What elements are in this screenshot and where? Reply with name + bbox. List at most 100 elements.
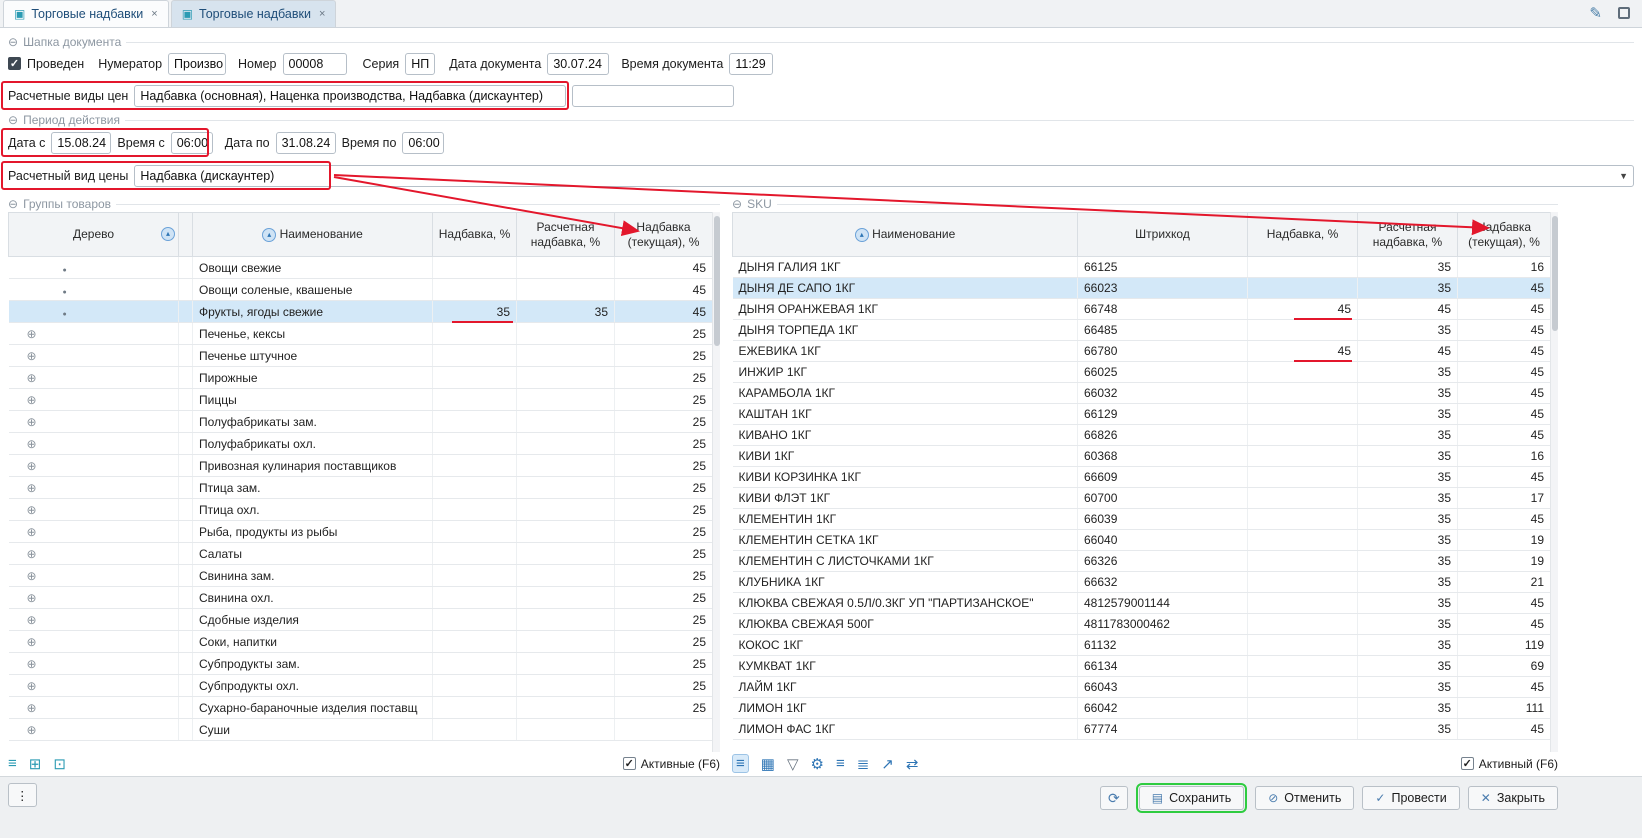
sync-icon[interactable]: ⇄	[906, 755, 919, 773]
groups-scrollbar[interactable]	[712, 212, 720, 752]
sku-row[interactable]: КУМКВАТ 1КГ661343569	[733, 656, 1551, 677]
sku-row[interactable]: КЛЕМЕНТИН 1КГ660393545	[733, 509, 1551, 530]
group-name-cell[interactable]: Птица зам.	[193, 477, 433, 499]
sku-name-cell[interactable]: КЛУБНИКА 1КГ	[733, 572, 1078, 593]
col-header-calc-markup[interactable]: Расчетная надбавка, %	[517, 213, 615, 257]
group-name-cell[interactable]: Соки, напитки	[193, 631, 433, 653]
group-row[interactable]: ⊕Пиццы25	[9, 389, 713, 411]
barcode-cell[interactable]: 66032	[1078, 383, 1248, 404]
tree-cell[interactable]: ●	[9, 301, 179, 323]
export-icon[interactable]: ↗	[881, 755, 894, 773]
post-button[interactable]: ✓ Провести	[1362, 786, 1459, 810]
series-field[interactable]: НП	[405, 53, 435, 75]
barcode-cell[interactable]: 4811783000462	[1078, 614, 1248, 635]
sku-row[interactable]: КАШТАН 1КГ661293545	[733, 404, 1551, 425]
group-name-cell[interactable]: Суши	[193, 719, 433, 741]
barcode-cell[interactable]: 66125	[1078, 257, 1248, 278]
edit-pencil-icon[interactable]: ✎	[1589, 4, 1602, 22]
copy-icon[interactable]: ⊡	[53, 755, 66, 773]
sku-row[interactable]: КИВИ КОРЗИНКА 1КГ666093545	[733, 467, 1551, 488]
tree-cell[interactable]: ⊕	[9, 477, 179, 499]
sku-name-cell[interactable]: КИВАНО 1КГ	[733, 425, 1078, 446]
value-cell[interactable]: 45	[1458, 404, 1551, 425]
cancel-button[interactable]: ⊘ Отменить	[1255, 786, 1354, 810]
group-name-cell[interactable]: Птица охл.	[193, 499, 433, 521]
value-cell[interactable]	[517, 565, 615, 587]
value-cell[interactable]: 35	[1358, 656, 1458, 677]
value-cell[interactable]	[517, 345, 615, 367]
sort-asc-icon[interactable]: ▴	[855, 228, 869, 242]
value-cell[interactable]: 45	[1458, 593, 1551, 614]
funnel-icon[interactable]: ▽	[787, 755, 799, 773]
barcode-cell[interactable]: 66485	[1078, 320, 1248, 341]
tree-cell[interactable]: ⊕	[9, 499, 179, 521]
value-cell[interactable]: 25	[615, 653, 713, 675]
tree-expand-icon[interactable]: ⊕	[27, 613, 37, 627]
value-cell[interactable]	[1248, 320, 1358, 341]
value-cell[interactable]: 35	[1358, 698, 1458, 719]
sku-row[interactable]: ДЫНЯ ТОРПЕДА 1КГ664853545	[733, 320, 1551, 341]
tree-expand-icon[interactable]: ⊕	[27, 723, 37, 737]
group-row[interactable]: ●Овощи соленые, квашеные45	[9, 279, 713, 301]
value-cell[interactable]	[517, 587, 615, 609]
value-cell[interactable]: 45	[1358, 299, 1458, 320]
group-row[interactable]: ⊕Субпродукты зам.25	[9, 653, 713, 675]
tree-cell[interactable]: ⊕	[9, 367, 179, 389]
value-cell[interactable]	[433, 345, 517, 367]
group-name-cell[interactable]: Фрукты, ягоды свежие	[193, 301, 433, 323]
tree-expand-icon[interactable]: ⊕	[27, 525, 37, 539]
tree-expand-icon[interactable]: ⊕	[27, 503, 37, 517]
value-cell[interactable]	[433, 477, 517, 499]
sku-row[interactable]: ДЫНЯ ДЕ САПО 1КГ660233545	[733, 278, 1551, 299]
group-name-cell[interactable]: Субпродукты зам.	[193, 653, 433, 675]
value-cell[interactable]: 45	[615, 257, 713, 279]
value-cell[interactable]: 35	[1358, 530, 1458, 551]
value-cell[interactable]: 45	[1458, 719, 1551, 740]
value-cell[interactable]: 35	[1358, 257, 1458, 278]
barcode-cell[interactable]: 66039	[1078, 509, 1248, 530]
value-cell[interactable]: 35	[1358, 719, 1458, 740]
tree-cell[interactable]: ⊕	[9, 697, 179, 719]
save-button[interactable]: ▤ Сохранить	[1139, 786, 1244, 810]
value-cell[interactable]: 35	[1358, 404, 1458, 425]
group-name-cell[interactable]: Пиццы	[193, 389, 433, 411]
value-cell[interactable]	[1248, 572, 1358, 593]
value-cell[interactable]	[433, 455, 517, 477]
value-cell[interactable]	[433, 587, 517, 609]
barcode-cell[interactable]: 66025	[1078, 362, 1248, 383]
col-header-name[interactable]: ▴ Наименование	[193, 213, 433, 257]
value-cell[interactable]: 45	[1458, 467, 1551, 488]
barcode-cell[interactable]: 60368	[1078, 446, 1248, 467]
sku-scrollbar[interactable]	[1550, 212, 1558, 752]
value-cell[interactable]: 45	[1458, 320, 1551, 341]
value-cell[interactable]: 25	[615, 499, 713, 521]
col-header-name[interactable]: ▴ Наименование	[733, 213, 1078, 257]
tree-cell[interactable]: ⊕	[9, 345, 179, 367]
col-header-current-markup[interactable]: Надбавка (текущая), %	[615, 213, 713, 257]
tree-expand-icon[interactable]: ⊕	[27, 481, 37, 495]
detail-list-icon[interactable]: ≣	[857, 755, 870, 773]
group-name-cell[interactable]: Привозная кулинария поставщиков	[193, 455, 433, 477]
value-cell[interactable]: 25	[615, 521, 713, 543]
collapse-icon[interactable]: ⊖	[8, 35, 18, 49]
barcode-cell[interactable]: 67774	[1078, 719, 1248, 740]
group-row[interactable]: ⊕Печенье штучное25	[9, 345, 713, 367]
tab-close-icon[interactable]: ×	[151, 8, 157, 20]
sku-row[interactable]: КЛЕМЕНТИН СЕТКА 1КГ660403519	[733, 530, 1551, 551]
value-cell[interactable]	[517, 411, 615, 433]
tab-trade-markups-2[interactable]: ▣ Торговые надбавки ×	[171, 0, 337, 27]
value-cell[interactable]: 45	[1458, 341, 1551, 362]
tree-cell[interactable]: ●	[9, 279, 179, 301]
value-cell[interactable]	[517, 455, 615, 477]
value-cell[interactable]	[433, 411, 517, 433]
tree-cell[interactable]: ⊕	[9, 609, 179, 631]
sku-name-cell[interactable]: КЛЕМЕНТИН 1КГ	[733, 509, 1078, 530]
value-cell[interactable]	[517, 433, 615, 455]
value-cell[interactable]: 45	[1458, 299, 1551, 320]
value-cell[interactable]	[433, 389, 517, 411]
barcode-cell[interactable]: 66609	[1078, 467, 1248, 488]
tree-expand-icon[interactable]: ⊕	[27, 327, 37, 341]
price-types-field[interactable]: Надбавка (основная), Наценка производств…	[134, 85, 566, 107]
barcode-cell[interactable]: 66043	[1078, 677, 1248, 698]
barcode-cell[interactable]: 66748	[1078, 299, 1248, 320]
